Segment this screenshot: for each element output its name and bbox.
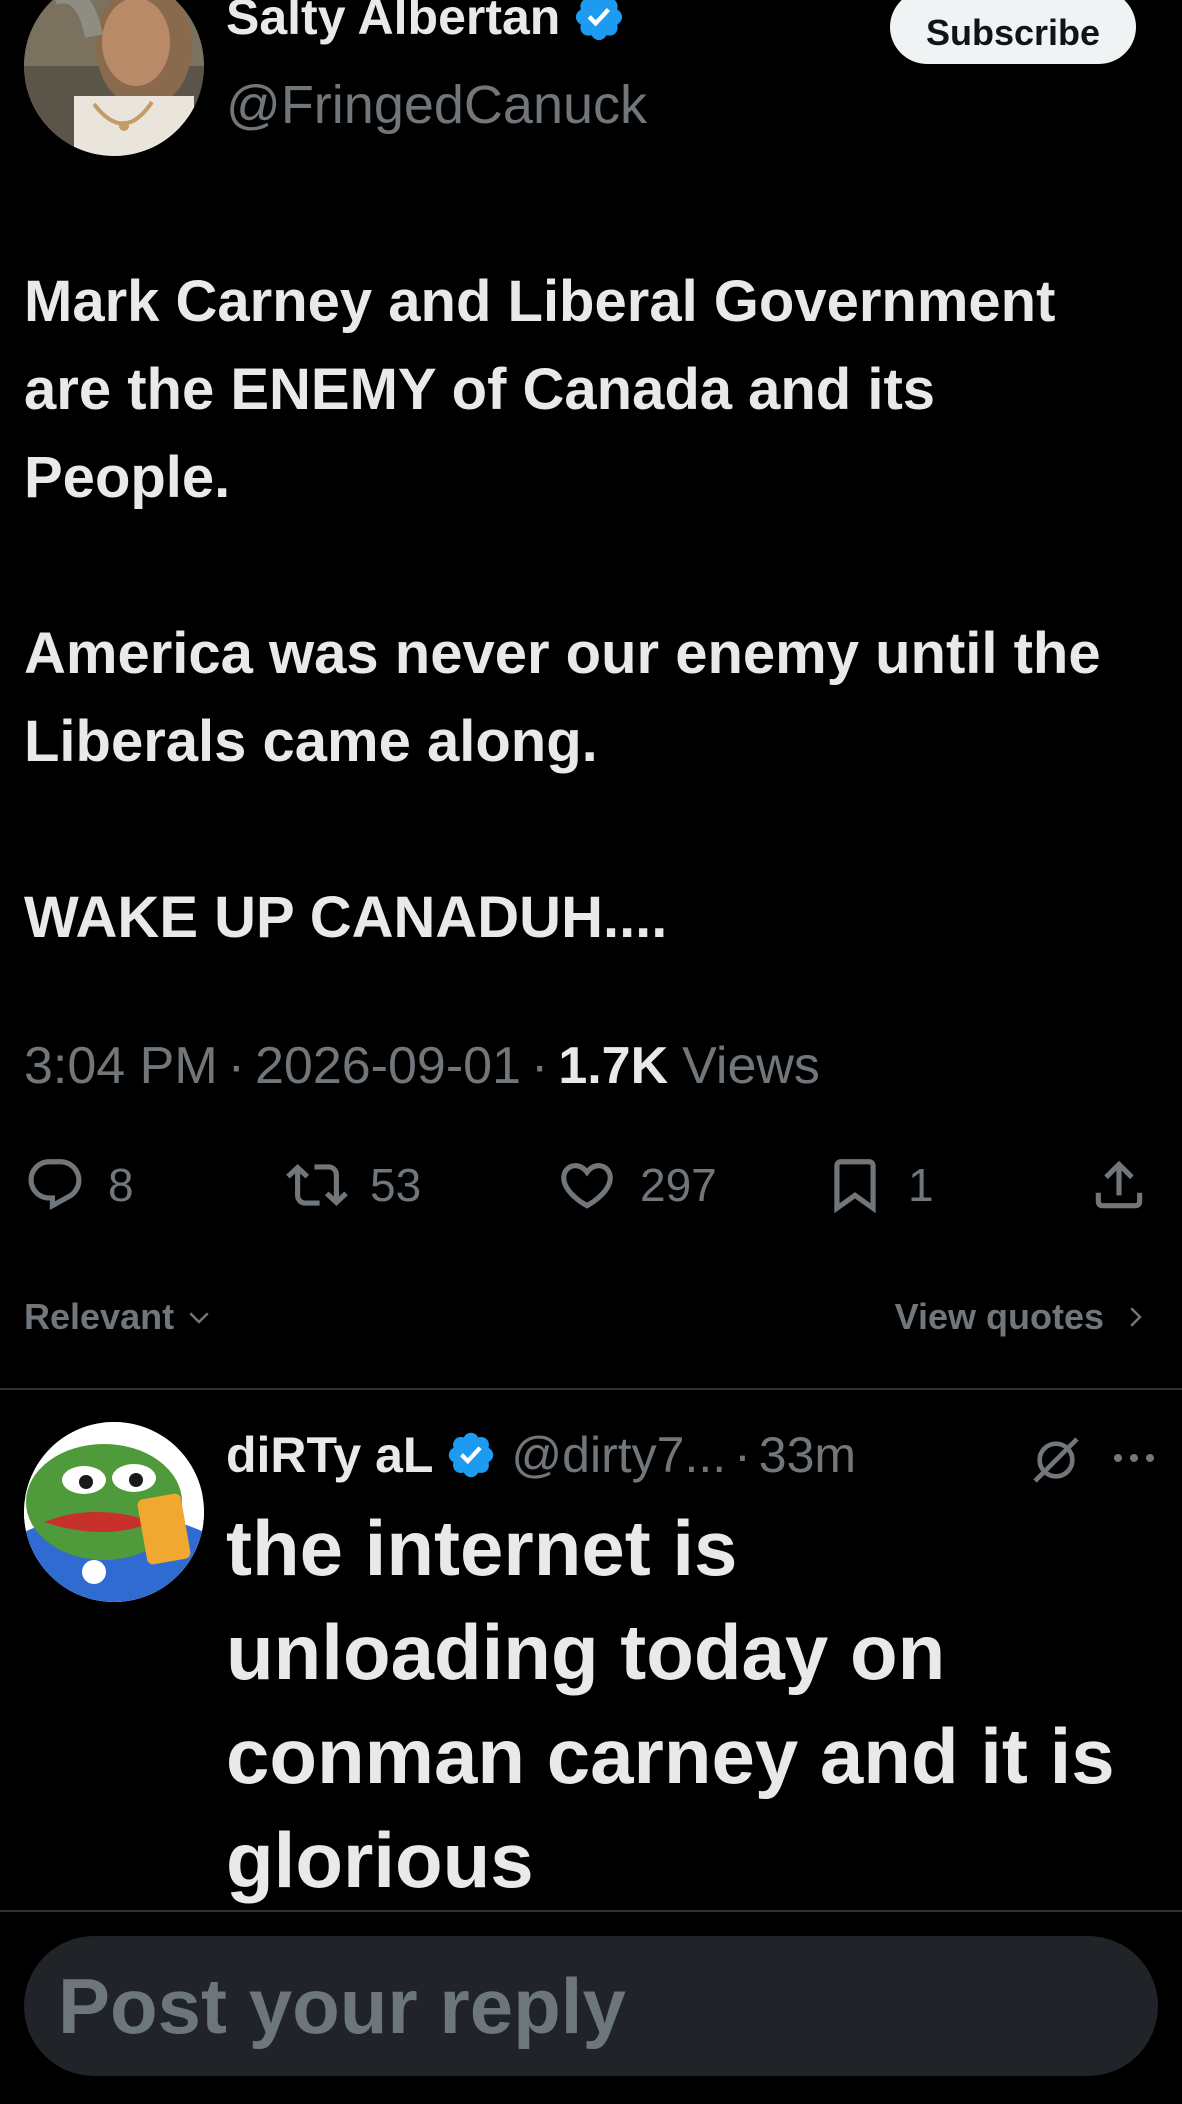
meta-separator: ·	[530, 1037, 549, 1095]
bookmark-icon	[834, 1159, 876, 1214]
tweet-detail-page: Salty Albertan @FringedCanuck Subscribe …	[0, 0, 1182, 2104]
like-count: 297	[640, 1159, 717, 1211]
reply-composer-input[interactable]: Post your reply	[24, 1936, 1158, 2076]
reply-author-handle[interactable]: @dirty7...	[511, 1426, 726, 1484]
reply-button[interactable]: 8	[24, 1150, 134, 1220]
divider	[0, 1910, 1182, 1912]
tweet-paragraph: WAKE UP CANADUH....	[24, 885, 668, 950]
views-count[interactable]: 1.7K	[558, 1036, 668, 1096]
share-icon	[1095, 1160, 1143, 1209]
reply-icon	[28, 1159, 82, 1211]
bookmark-button[interactable]: 1	[824, 1150, 934, 1220]
subscribe-button[interactable]: Subscribe	[890, 0, 1136, 64]
view-quotes-button[interactable]: View quotes	[895, 1296, 1150, 1338]
tweet-text: Mark Carney and Liberal Government are t…	[24, 258, 1154, 962]
reply-text: the internet is unloading today on conma…	[226, 1504, 1115, 1904]
bookmark-count: 1	[908, 1159, 934, 1211]
tweet-action-bar: 8 53 297 1	[0, 1150, 1182, 1220]
repost-button[interactable]: 53	[286, 1150, 421, 1220]
reply-tweet[interactable]: diRTy aL @dirty7... · 33m the internet i…	[0, 1390, 1182, 1910]
repost-count: 53	[370, 1159, 422, 1211]
chevron-right-icon	[1130, 1307, 1142, 1327]
reply-separator: ·	[734, 1427, 751, 1483]
reply-header: diRTy aL @dirty7... · 33m	[226, 1420, 856, 1490]
verified-badge-icon	[449, 1432, 494, 1478]
author-handle[interactable]: @FringedCanuck	[226, 74, 647, 136]
relevant-label: Relevant	[24, 1296, 175, 1337]
meta-separator: ·	[227, 1037, 245, 1095]
tweet-author-header: Salty Albertan @FringedCanuck Subscribe	[0, 0, 1182, 160]
tweet-meta: 3:04 PM · 2026-09-01 · 1.7K Views	[24, 1036, 820, 1096]
view-quotes-label: View quotes	[894, 1296, 1104, 1337]
author-name[interactable]: Salty Albertan	[226, 0, 626, 46]
reply-avatar[interactable]	[24, 1422, 204, 1602]
relevant-sort-button[interactable]: Relevant	[24, 1296, 214, 1338]
verified-badge-icon	[576, 0, 623, 41]
tweet-date[interactable]: 2026-09-01	[255, 1036, 521, 1096]
like-button[interactable]: 297	[556, 1150, 717, 1220]
author-name-text: Salty Albertan	[226, 0, 561, 45]
chevron-down-icon	[189, 1312, 209, 1324]
grok-icon[interactable]	[1028, 1432, 1084, 1488]
reply-time[interactable]: 33m	[759, 1426, 856, 1484]
tweet-paragraph: America was never our enemy until the Li…	[24, 621, 1101, 774]
views-label: Views	[682, 1037, 820, 1095]
tweet-time[interactable]: 3:04 PM	[24, 1036, 218, 1096]
reply-author-name[interactable]: diRTy aL	[226, 1426, 433, 1484]
tweet-paragraph: Mark Carney and Liberal Government are t…	[24, 269, 1056, 510]
more-icon[interactable]	[1112, 1448, 1156, 1468]
reply-count: 8	[108, 1159, 134, 1211]
replies-sort-row: Relevant View quotes	[0, 1296, 1182, 1346]
like-icon	[561, 1163, 613, 1209]
author-avatar[interactable]	[24, 0, 204, 156]
repost-icon	[286, 1164, 348, 1206]
share-button[interactable]	[1088, 1150, 1150, 1220]
